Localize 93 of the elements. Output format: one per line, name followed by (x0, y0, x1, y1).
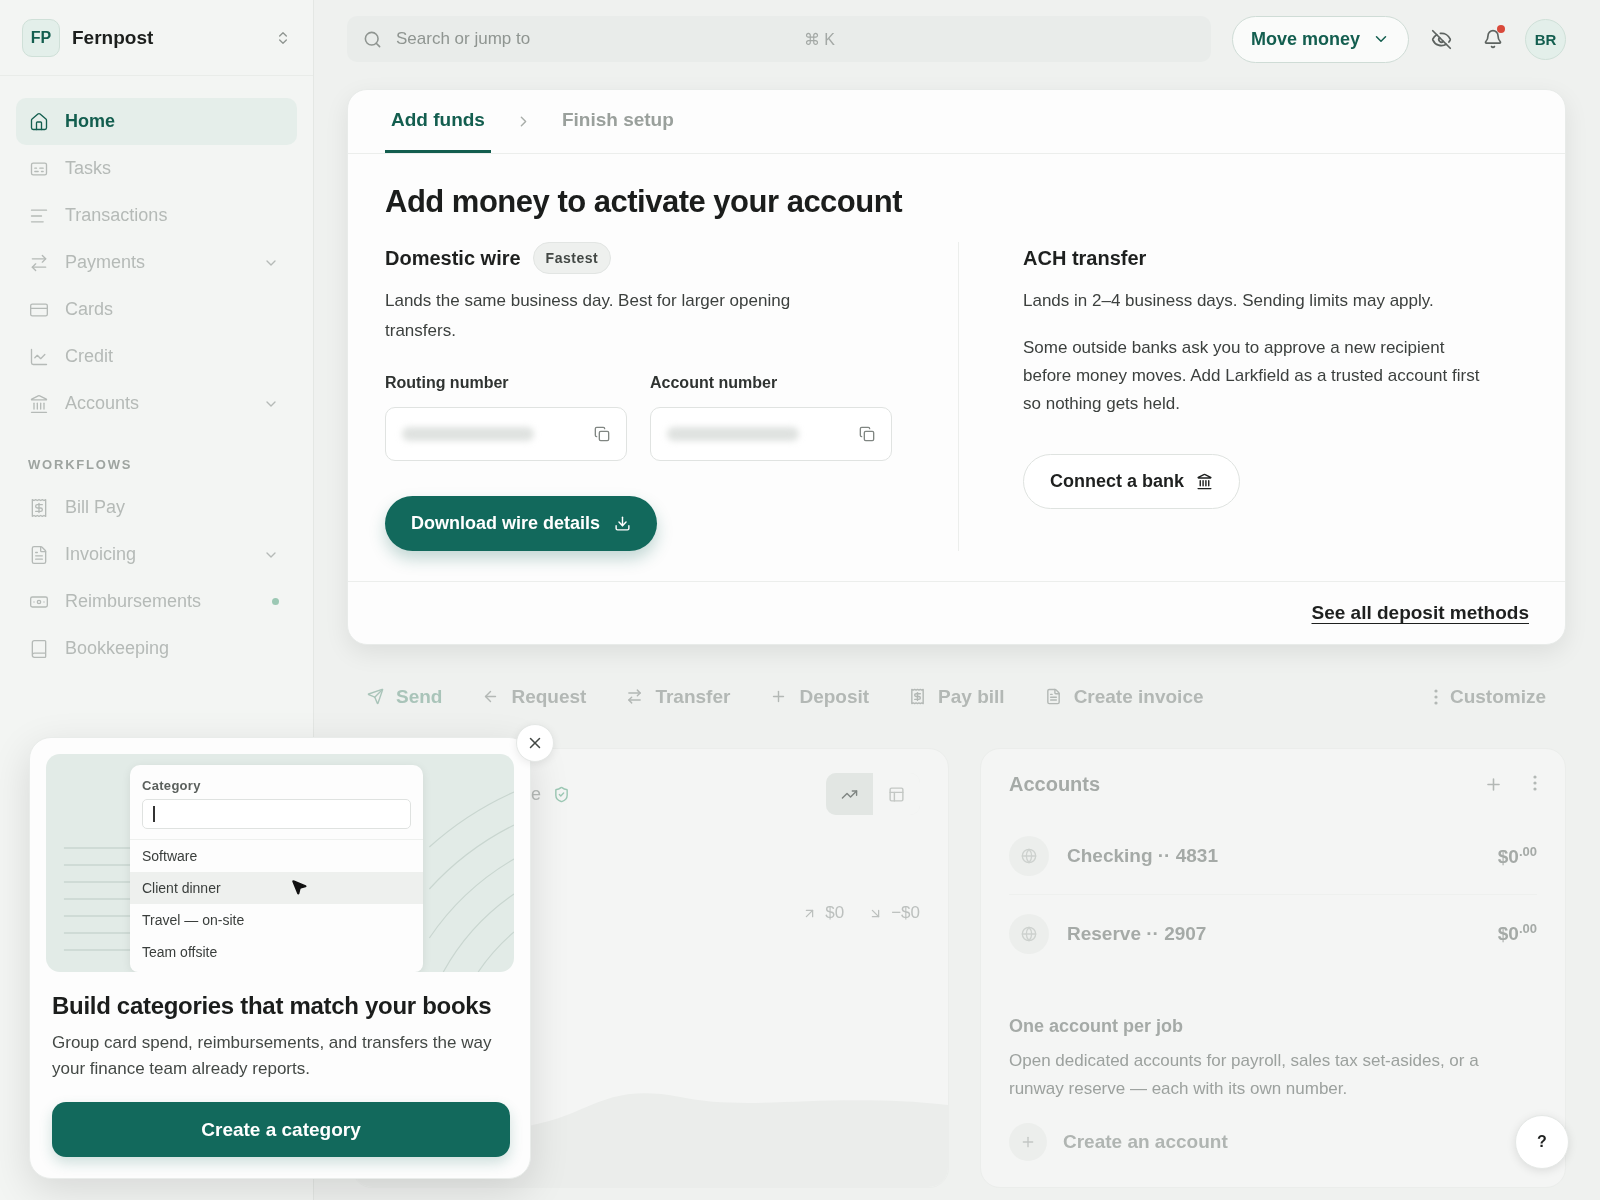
promo-text: Open dedicated accounts for payroll, sales tax set-asides, or a runway reserve — each with its own number. (1009, 1050, 1480, 1100)
mouse-pointer-icon (290, 878, 308, 896)
sidebar-item[interactable]: Bill Pay (16, 484, 297, 531)
section-title: WORKFLOWS (27, 456, 134, 474)
home-icon (29, 111, 49, 132)
card-title: Accounts (1009, 773, 1101, 796)
table-icon (888, 785, 905, 803)
bell-icon (1483, 29, 1503, 49)
create-account-button[interactable]: Create an account (1009, 1123, 1228, 1161)
method-note: Some outside banks ask you to approve a new recipient before money moves. Add Larkfield as a trusted account first so nothing gets held. (1023, 337, 1481, 415)
sidebar-item[interactable]: Reimbursements (16, 578, 297, 625)
account-balance: $0$^{.00}$ (1497, 843, 1537, 869)
globe-icon (1021, 925, 1037, 942)
masked-number-field[interactable] (385, 407, 627, 461)
dropdown-option[interactable]: Team offsite (130, 936, 423, 968)
close-button[interactable] (516, 724, 554, 762)
method-title: ACH transfer (1023, 246, 1147, 270)
more-icon[interactable] (1533, 775, 1537, 791)
method-description: Lands the same business day. Best for larger opening transfers. (385, 290, 792, 342)
tab[interactable]: Finish setup (555, 90, 680, 153)
field-label: Routing number (385, 374, 510, 392)
quick-action[interactable]: Transfer (626, 685, 731, 708)
chart-icon (29, 346, 49, 367)
plus-icon (1020, 1134, 1036, 1150)
globe-icon (1021, 848, 1037, 864)
fastest-badge: Fastest (532, 242, 612, 274)
eye-off-icon (1430, 28, 1452, 50)
sidebar-item[interactable]: Bookkeeping (16, 625, 297, 672)
promo-title: One account per job (1009, 1016, 1185, 1037)
transfer-icon (29, 252, 49, 273)
plus-icon[interactable] (1484, 775, 1503, 794)
book-icon (29, 638, 49, 659)
sidebar-item[interactable]: Home (16, 98, 297, 145)
quick-action[interactable]: Send (367, 685, 443, 708)
sidebar-item[interactable]: Invoicing (16, 531, 297, 578)
popover-heading: Build categories that match your books (52, 992, 493, 1020)
quick-action[interactable]: Deposit (770, 685, 870, 708)
sidebar-item[interactable]: Cards (16, 286, 297, 333)
dropdown-option[interactable]: Travel — on-site (130, 904, 423, 936)
account-name[interactable]: Reserve ·· 2907 (1067, 922, 1480, 945)
card-title: e (531, 783, 541, 805)
method-title: Domestic wire (385, 246, 521, 270)
popover-text: Group card spend, reimbursements, and transfers the way your finance team already reports. (52, 1032, 492, 1080)
dropdown-option[interactable]: Client dinner (130, 872, 423, 904)
outflow-amount: −$0 (891, 903, 920, 923)
move-money-button[interactable]: Move money (1231, 15, 1409, 63)
quick-action[interactable]: Request (482, 685, 587, 708)
account-balance: $0$^{.00}$ (1497, 921, 1537, 946)
document-icon (1044, 688, 1062, 705)
view-toggle[interactable] (826, 773, 873, 815)
account-name[interactable]: Checking ·· 4831 (1067, 845, 1480, 867)
receipt-icon (29, 497, 49, 518)
create-category-button[interactable]: Create a category (52, 1102, 510, 1157)
transfer-icon (626, 688, 644, 705)
sidebar-item[interactable]: Tasks (16, 145, 297, 192)
category-input[interactable] (142, 799, 411, 829)
sidebar-item[interactable]: Payments (16, 239, 297, 286)
more-icon (1433, 688, 1438, 705)
sidebar-item[interactable]: Accounts (16, 380, 297, 427)
field-label: Account number (650, 374, 779, 392)
workspace-name: Fernpost (72, 26, 155, 49)
copy-icon[interactable] (859, 426, 875, 442)
workspace-logo: FP (22, 18, 60, 57)
copy-icon[interactable] (594, 426, 610, 442)
keyboard-shortcut: ⌘ K (803, 29, 835, 49)
quick-action[interactable]: Create invoice (1044, 685, 1204, 708)
deposit-methods-link[interactable]: See all deposit methods (1311, 602, 1529, 624)
download-icon (614, 515, 632, 532)
sidebar-item[interactable]: Transactions (16, 192, 297, 239)
sidebar-item[interactable]: Credit (16, 333, 297, 380)
inflow-amount: $0 (825, 903, 845, 923)
method-description: Lands in 2–4 business days. Sending limits may apply. (1023, 290, 1435, 312)
send-icon (367, 688, 384, 705)
card-heading: Add money to activate your account (385, 184, 904, 220)
bank-icon (29, 393, 49, 414)
search-icon (363, 29, 382, 49)
user-avatar[interactable]: BR (1525, 18, 1566, 60)
receipt-icon (909, 688, 927, 705)
shield-check-icon (553, 785, 570, 803)
document-icon (29, 544, 49, 565)
customize-button[interactable]: Customize (1433, 685, 1546, 708)
dropdown-option[interactable]: Software (130, 840, 423, 872)
search-field[interactable]: Search or jump to (394, 28, 792, 50)
bank-icon (1196, 473, 1214, 490)
blurred-value-icon (402, 427, 534, 441)
text-cursor (153, 806, 155, 822)
connect-bank-button[interactable]: Connect a bank (1023, 454, 1241, 509)
quick-action[interactable]: Pay bill (909, 685, 1005, 708)
field-label: Category (141, 777, 202, 795)
masked-number-field[interactable] (650, 407, 892, 461)
tab[interactable]: Add funds (385, 90, 491, 153)
download-wire-details-button[interactable]: Download wire details (385, 496, 658, 551)
blurred-value-icon (667, 427, 799, 441)
